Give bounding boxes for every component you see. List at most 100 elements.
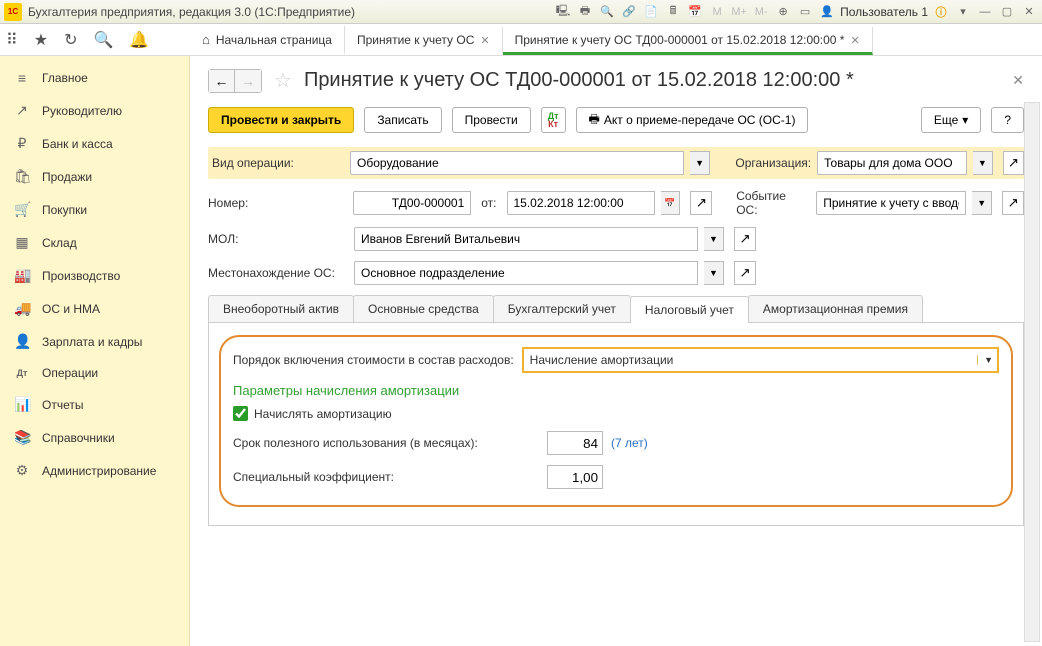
open-ref-button[interactable]: ↗ bbox=[690, 191, 712, 215]
open-ref-button[interactable]: ↗ bbox=[734, 227, 756, 251]
sidebar-item-bank[interactable]: ₽Банк и касса bbox=[0, 127, 189, 160]
nav-forward[interactable]: → bbox=[235, 70, 261, 92]
dropdown-icon[interactable]: ▾ bbox=[954, 3, 972, 21]
user-name: Пользователь 1 bbox=[840, 5, 928, 19]
open-ref-button[interactable]: ↗ bbox=[1003, 151, 1024, 175]
save-button[interactable]: Записать bbox=[364, 107, 441, 133]
info-icon[interactable]: ⓘ bbox=[932, 3, 950, 21]
search-icon[interactable]: 🔍 bbox=[93, 30, 113, 50]
bell-icon[interactable]: 🔔 bbox=[129, 30, 149, 50]
more-button[interactable]: Еще ▾ bbox=[921, 107, 981, 133]
calendar-icon[interactable]: 📅 bbox=[686, 3, 704, 21]
chart-icon: ↗ bbox=[14, 102, 30, 119]
checkbox-input[interactable] bbox=[233, 406, 248, 421]
dtkt-button[interactable]: ДтКт bbox=[541, 107, 566, 133]
sidebar-item-purchases[interactable]: 🛒Покупки bbox=[0, 193, 189, 226]
input-number[interactable] bbox=[353, 191, 471, 215]
sidebar-item-ops[interactable]: ДтОперации bbox=[0, 358, 189, 388]
gear-icon: ⚙ bbox=[14, 462, 30, 479]
sidebar-label: Главное bbox=[42, 71, 88, 85]
m-plus-icon[interactable]: M+ bbox=[730, 3, 748, 21]
toolbar: Провести и закрыть Записать Провести ДтК… bbox=[208, 107, 1024, 133]
input-mol[interactable] bbox=[354, 227, 698, 251]
doc-icon[interactable]: 📄 bbox=[642, 3, 660, 21]
input-org[interactable] bbox=[817, 151, 967, 175]
life-hint: (7 лет) bbox=[611, 436, 648, 450]
sidebar-item-manager[interactable]: ↗ Руководителю bbox=[0, 94, 189, 127]
sidebar-label: Руководителю bbox=[42, 104, 122, 118]
input-date[interactable] bbox=[507, 191, 655, 215]
tab-home[interactable]: ⌂ Начальная страница bbox=[190, 26, 345, 55]
post-button[interactable]: Провести bbox=[452, 107, 531, 133]
sidebar-item-main[interactable]: ≡Главное bbox=[0, 62, 189, 94]
input-operation[interactable] bbox=[350, 151, 684, 175]
dropdown-button[interactable]: ▼ bbox=[972, 191, 992, 215]
sidebar-item-refs[interactable]: 📚Справочники bbox=[0, 421, 189, 454]
form-tabs: Внеоборотный актив Основные средства Бух… bbox=[208, 295, 1024, 323]
sidebar-item-reports[interactable]: 📊Отчеты bbox=[0, 388, 189, 421]
dropdown-button[interactable]: ▼ bbox=[704, 261, 724, 285]
open-ref-button[interactable]: ↗ bbox=[734, 261, 756, 285]
tab-tax[interactable]: Налоговый учет bbox=[630, 296, 749, 323]
history-icon[interactable]: ↻ bbox=[64, 30, 77, 50]
maximize-button[interactable]: ▢ bbox=[998, 3, 1016, 21]
apps-icon[interactable]: ⠿ bbox=[6, 30, 18, 50]
favorite-star[interactable]: ☆ bbox=[274, 68, 292, 93]
tab-accounting[interactable]: Бухгалтерский учет bbox=[493, 295, 631, 322]
app-logo: 1C bbox=[4, 3, 22, 21]
calendar-button[interactable]: 📅 bbox=[661, 191, 681, 215]
tab-noncurrent[interactable]: Внеоборотный актив bbox=[208, 295, 354, 322]
dropdown-button[interactable]: ▼ bbox=[690, 151, 709, 175]
select-order[interactable]: Начисление амортизации ▼ bbox=[522, 347, 999, 373]
dropdown-button[interactable]: ▼ bbox=[973, 151, 992, 175]
tab-item[interactable]: Принятие к учету ОС ✕ bbox=[345, 27, 503, 55]
nav-back[interactable]: ← bbox=[209, 70, 235, 92]
sidebar: ≡Главное ↗ Руководителю ₽Банк и касса 🛍Пр… bbox=[0, 56, 190, 646]
print-icon[interactable]: 🖶 bbox=[576, 3, 594, 21]
link-icon[interactable]: 🔗 bbox=[620, 3, 638, 21]
highlight-box: Порядок включения стоимости в состав рас… bbox=[219, 335, 1013, 507]
m-icon[interactable]: M bbox=[708, 3, 726, 21]
sidebar-item-admin[interactable]: ⚙Администрирование bbox=[0, 454, 189, 487]
sidebar-item-assets[interactable]: 🚚ОС и НМА bbox=[0, 292, 189, 325]
act-button[interactable]: 🖶 Акт о приеме-передаче ОС (ОС-1) bbox=[576, 107, 809, 133]
m-minus-icon[interactable]: M- bbox=[752, 3, 770, 21]
tab-premium[interactable]: Амортизационная премия bbox=[748, 295, 923, 322]
minimize-button[interactable]: — bbox=[976, 3, 994, 21]
help-button[interactable]: ? bbox=[991, 107, 1024, 133]
close-icon[interactable]: ✕ bbox=[480, 34, 489, 47]
input-event[interactable] bbox=[816, 191, 966, 215]
content: ← → ☆ Принятие к учету ОС ТД00-000001 от… bbox=[190, 56, 1042, 646]
tab-assets[interactable]: Основные средства bbox=[353, 295, 494, 322]
input-life[interactable] bbox=[547, 431, 603, 455]
scrollbar[interactable] bbox=[1024, 102, 1040, 642]
panel-icon[interactable]: ▭ bbox=[796, 3, 814, 21]
row-location: Местонахождение ОС: ▼ ↗ bbox=[208, 261, 1024, 285]
post-and-close-button[interactable]: Провести и закрыть bbox=[208, 107, 354, 133]
sidebar-item-stock[interactable]: ▦Склад bbox=[0, 226, 189, 259]
row-mol: МОЛ: ▼ ↗ bbox=[208, 227, 1024, 251]
titlebar-icon[interactable]: 🖳 bbox=[554, 3, 572, 21]
titlebar-buttons: 🖳 🖶 🔍 🔗 📄 🖩 📅 M M+ M- ⊕ ▭ 👤 Пользователь… bbox=[554, 3, 1038, 21]
checkbox-amort[interactable]: Начислять амортизацию bbox=[233, 406, 999, 421]
search-icon[interactable]: 🔍 bbox=[598, 3, 616, 21]
row-number: Номер: от: 📅 ↗ Событие ОС: ▼ ↗ bbox=[208, 189, 1024, 217]
input-location[interactable] bbox=[354, 261, 698, 285]
user-icon[interactable]: 👤 bbox=[818, 3, 836, 21]
sidebar-item-salary[interactable]: 👤Зарплата и кадры bbox=[0, 325, 189, 358]
sidebar-item-production[interactable]: 🏭Производство bbox=[0, 259, 189, 292]
close-page[interactable]: ✕ bbox=[1012, 72, 1024, 89]
sidebar-item-sales[interactable]: 🛍Продажи bbox=[0, 160, 189, 193]
report-icon: 📊 bbox=[14, 396, 30, 413]
close-button[interactable]: ✕ bbox=[1020, 3, 1038, 21]
open-ref-button[interactable]: ↗ bbox=[1002, 191, 1024, 215]
zoom-icon[interactable]: ⊕ bbox=[774, 3, 792, 21]
calc-icon[interactable]: 🖩 bbox=[664, 3, 682, 21]
label-from: от: bbox=[481, 196, 496, 210]
star-icon[interactable]: ★ bbox=[34, 30, 48, 50]
close-icon[interactable]: ✕ bbox=[850, 34, 859, 47]
dropdown-button[interactable]: ▼ bbox=[704, 227, 724, 251]
input-coef[interactable] bbox=[547, 465, 603, 489]
tab-item-active[interactable]: Принятие к учету ОС ТД00-000001 от 15.02… bbox=[503, 27, 873, 55]
titlebar: 1C Бухгалтерия предприятия, редакция 3.0… bbox=[0, 0, 1042, 24]
